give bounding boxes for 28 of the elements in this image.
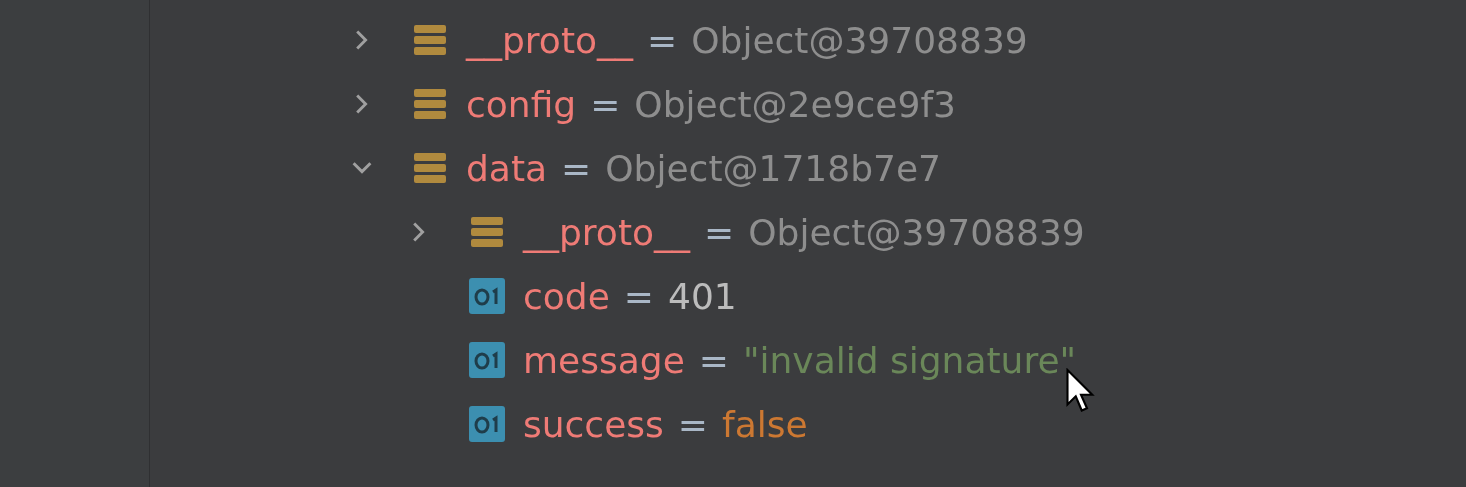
variable-name: message: [523, 339, 685, 381]
variable-value: Object@2e9ce9f3: [634, 83, 956, 125]
equals-sign: =: [677, 403, 708, 445]
equals-sign: =: [698, 339, 729, 381]
equals-sign: =: [704, 211, 735, 253]
variable-value: 401: [668, 275, 737, 317]
variable-value: Object@39708839: [691, 19, 1028, 61]
variable-name: data: [466, 147, 548, 189]
stack-icon: [412, 86, 448, 122]
variable-value: false: [722, 403, 808, 445]
variable-value: Object@1718b7e7: [605, 147, 941, 189]
primitive-icon: [469, 278, 505, 314]
stack-icon: [469, 214, 505, 250]
equals-sign: =: [590, 83, 621, 125]
equals-sign: =: [561, 147, 592, 189]
primitive-icon: [469, 342, 505, 378]
variable-value: Object@39708839: [748, 211, 1085, 253]
equals-sign: =: [647, 19, 678, 61]
variable-name: success: [523, 403, 664, 445]
variable-name: code: [523, 275, 610, 317]
stack-icon: [412, 22, 448, 58]
primitive-icon: [469, 406, 505, 442]
variable-name: config: [466, 83, 577, 125]
variable-name: __proto__: [466, 19, 634, 61]
stack-icon: [412, 150, 448, 186]
equals-sign: =: [623, 275, 654, 317]
variable-value: "invalid signature": [742, 339, 1077, 381]
variable-name: __proto__: [523, 211, 691, 253]
